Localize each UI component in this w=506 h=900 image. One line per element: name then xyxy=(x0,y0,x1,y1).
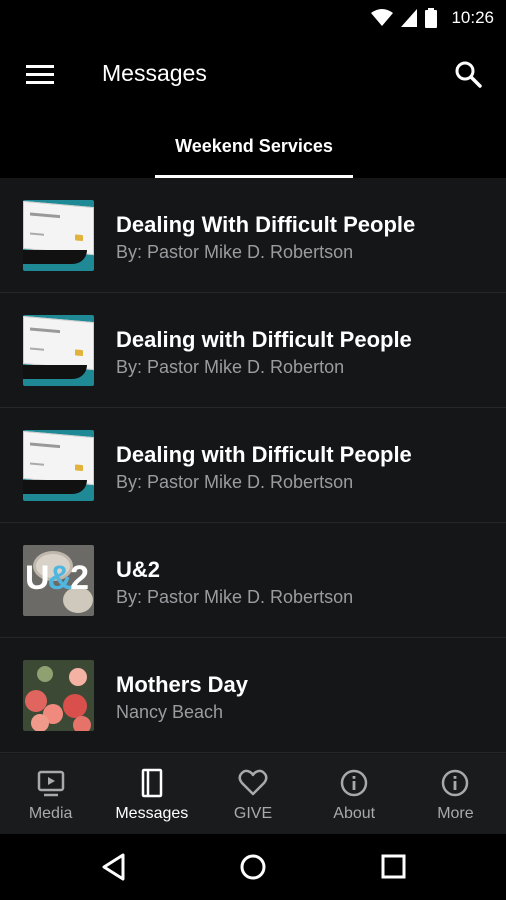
message-thumbnail xyxy=(23,315,94,386)
message-title: Mothers Day xyxy=(116,672,249,697)
list-item[interactable]: Dealing with Difficult People By: Pastor… xyxy=(0,408,506,523)
thumbnail-logo-text: U&2 xyxy=(25,559,89,597)
message-speaker: By: Pastor Mike D. Robertson xyxy=(116,472,354,492)
hamburger-menu-icon[interactable] xyxy=(26,62,54,88)
nav-item-media[interactable]: Media xyxy=(0,754,101,834)
nav-label: GIVE xyxy=(233,805,273,822)
bottom-nav: Media Messages GIVE About More xyxy=(0,754,506,834)
home-icon[interactable] xyxy=(237,852,269,882)
message-speaker: By: Pastor Mike D. Robertson xyxy=(116,242,354,262)
signal-icon xyxy=(401,9,418,27)
message-speaker: Nancy Beach xyxy=(116,702,224,722)
message-title: Dealing with Difficult People xyxy=(116,327,412,352)
message-speaker: By: Pastor Mike D. Roberton xyxy=(116,357,345,377)
message-thumbnail xyxy=(23,200,94,271)
tab-bar: Weekend Services xyxy=(0,114,506,178)
nav-label: Media xyxy=(28,805,73,822)
message-thumbnail: U&2 xyxy=(23,545,94,616)
battery-icon xyxy=(425,8,438,28)
message-title: Dealing With Difficult People xyxy=(116,212,416,237)
list-item[interactable]: Mothers Day Nancy Beach xyxy=(0,638,506,753)
book-icon xyxy=(141,768,163,798)
app-bar: Messages xyxy=(0,36,506,114)
page-title: Messages xyxy=(102,60,207,86)
back-icon[interactable] xyxy=(98,852,130,882)
nav-item-more[interactable]: More xyxy=(405,754,506,834)
status-time: 10:26 xyxy=(451,8,494,27)
recents-icon[interactable] xyxy=(377,852,409,882)
video-icon xyxy=(37,770,64,797)
info-icon xyxy=(442,769,469,797)
nav-label: About xyxy=(333,805,376,822)
message-list: Dealing With Difficult People By: Pastor… xyxy=(0,178,506,754)
nav-item-about[interactable]: About xyxy=(304,754,405,834)
message-thumbnail xyxy=(23,430,94,501)
message-thumbnail xyxy=(23,660,94,731)
list-item[interactable]: Dealing with Difficult People By: Pastor… xyxy=(0,293,506,408)
tab-label: Weekend Services xyxy=(175,135,333,156)
wifi-icon xyxy=(371,9,394,26)
nav-label: Messages xyxy=(115,805,189,822)
message-title: U&2 xyxy=(116,557,161,582)
list-item[interactable]: Dealing With Difficult People By: Pastor… xyxy=(0,178,506,293)
heart-icon xyxy=(238,769,268,796)
message-speaker: By: Pastor Mike D. Robertson xyxy=(116,587,354,607)
list-item[interactable]: U&2 U&2 By: Pastor Mike D. Robertson xyxy=(0,523,506,638)
info-icon xyxy=(340,769,368,797)
nav-item-messages[interactable]: Messages xyxy=(101,754,202,834)
message-title: Dealing with Difficult People xyxy=(116,442,412,467)
search-icon[interactable] xyxy=(454,60,482,88)
system-nav-bar xyxy=(0,834,506,900)
nav-label: More xyxy=(437,805,474,822)
tab-weekend-services[interactable]: Weekend Services xyxy=(155,114,353,178)
status-bar: 10:26 xyxy=(0,0,506,36)
nav-item-give[interactable]: GIVE xyxy=(202,754,303,834)
